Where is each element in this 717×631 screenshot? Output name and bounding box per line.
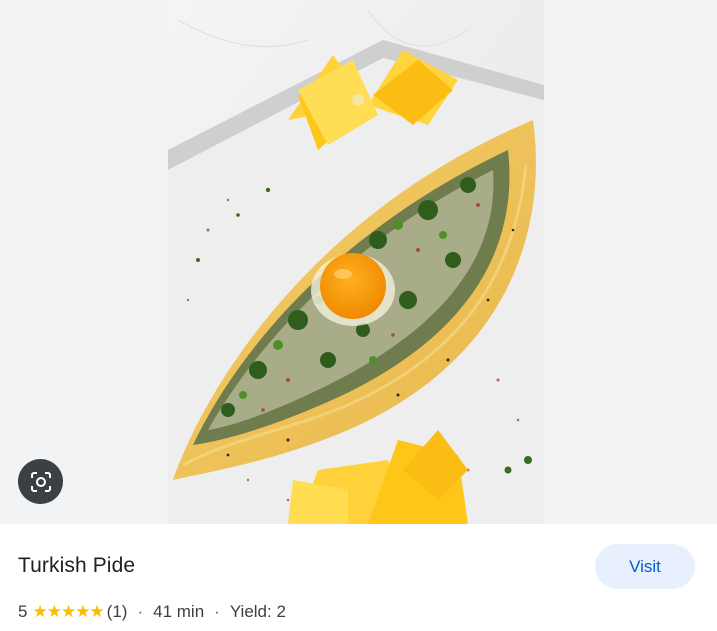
- visit-button[interactable]: Visit: [595, 544, 695, 589]
- rating-value: 5: [18, 602, 28, 621]
- recipe-photo[interactable]: [168, 0, 544, 524]
- star-rating-icon: ★★★★★: [32, 602, 104, 621]
- image-panel: [0, 0, 717, 524]
- separator-dot: ·: [137, 602, 144, 621]
- review-count: (1): [106, 602, 128, 621]
- separator-dot: ·: [214, 602, 220, 621]
- recipe-yield: Yield: 2: [229, 602, 286, 621]
- pide-illustration: [168, 0, 544, 524]
- result-info: Turkish Pide Visit 5 ★★★★★ (1) · 41 min …: [0, 524, 717, 631]
- recipe-title[interactable]: Turkish Pide: [18, 554, 135, 578]
- google-lens-icon: [30, 471, 51, 492]
- google-lens-button[interactable]: [18, 459, 63, 504]
- cook-time: 41 min: [153, 602, 205, 621]
- recipe-meta: 5 ★★★★★ (1) · 41 min · Yield: 2: [18, 602, 286, 622]
- recipe-card: Turkish Pide Visit 5 ★★★★★ (1) · 41 min …: [0, 0, 717, 631]
